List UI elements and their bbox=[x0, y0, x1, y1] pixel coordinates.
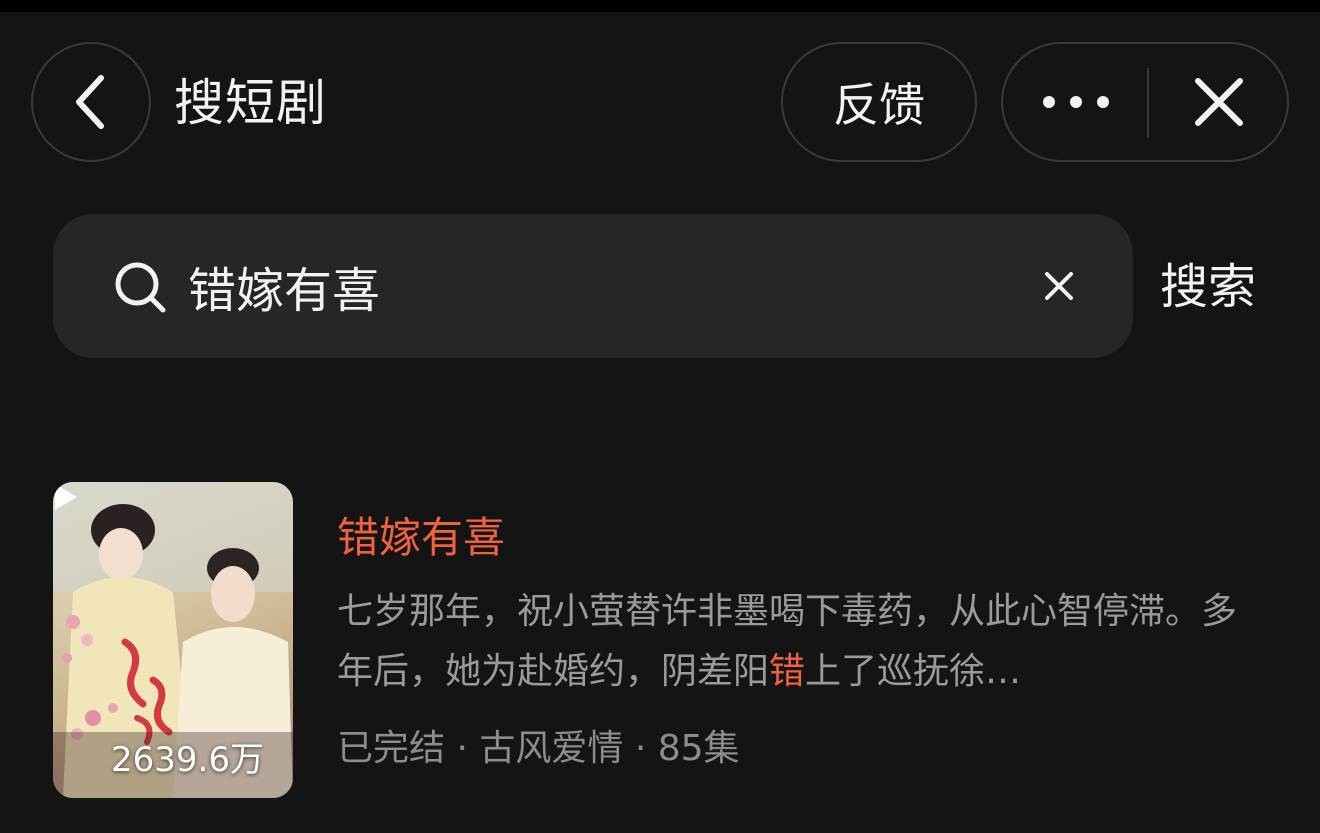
description-highlight: 错 bbox=[769, 651, 806, 692]
page-title: 搜短剧 bbox=[174, 74, 327, 132]
search-icon bbox=[115, 262, 166, 313]
clear-search-button[interactable] bbox=[1037, 264, 1081, 308]
search-result-item[interactable]: 2639.6万 错嫁有喜 七岁那年，祝小萤替许非墨喝下毒药，从此心智停滞。多年后… bbox=[53, 482, 1283, 798]
play-icon bbox=[55, 484, 77, 510]
close-button[interactable] bbox=[1149, 44, 1289, 160]
chevron-left-icon bbox=[76, 75, 104, 129]
clear-icon bbox=[1045, 272, 1073, 300]
more-dots-icon bbox=[1042, 96, 1109, 108]
description-text-tail: 上了巡抚徐… bbox=[805, 651, 1022, 692]
close-icon bbox=[1195, 78, 1243, 126]
more-button[interactable] bbox=[1003, 44, 1148, 160]
search-input[interactable] bbox=[188, 250, 1008, 322]
feedback-button[interactable]: 反馈 bbox=[781, 42, 977, 162]
mini-program-capsule bbox=[1001, 42, 1289, 162]
meta-separator: · bbox=[445, 728, 480, 769]
genre-label: 古风爱情 bbox=[479, 728, 624, 769]
search-bar bbox=[53, 214, 1133, 358]
status-strip bbox=[0, 0, 1320, 12]
status-label: 已完结 bbox=[337, 728, 446, 769]
play-count: 2639.6万 bbox=[111, 740, 264, 780]
page: 搜短剧 反馈 搜索 bbox=[0, 0, 1320, 833]
drama-poster[interactable]: 2639.6万 bbox=[53, 482, 293, 798]
result-title[interactable]: 错嫁有喜 bbox=[337, 510, 505, 566]
result-description: 七岁那年，祝小萤替许非墨喝下毒药，从此心智停滞。多年后，她为赴婚约，阴差阳错上了… bbox=[337, 582, 1267, 702]
back-button[interactable] bbox=[31, 42, 151, 162]
episode-count: 85集 bbox=[657, 728, 740, 769]
meta-separator: · bbox=[623, 728, 658, 769]
result-meta: 已完结 · 古风爱情 · 85集 bbox=[337, 722, 740, 776]
search-button[interactable]: 搜索 bbox=[1160, 254, 1256, 320]
